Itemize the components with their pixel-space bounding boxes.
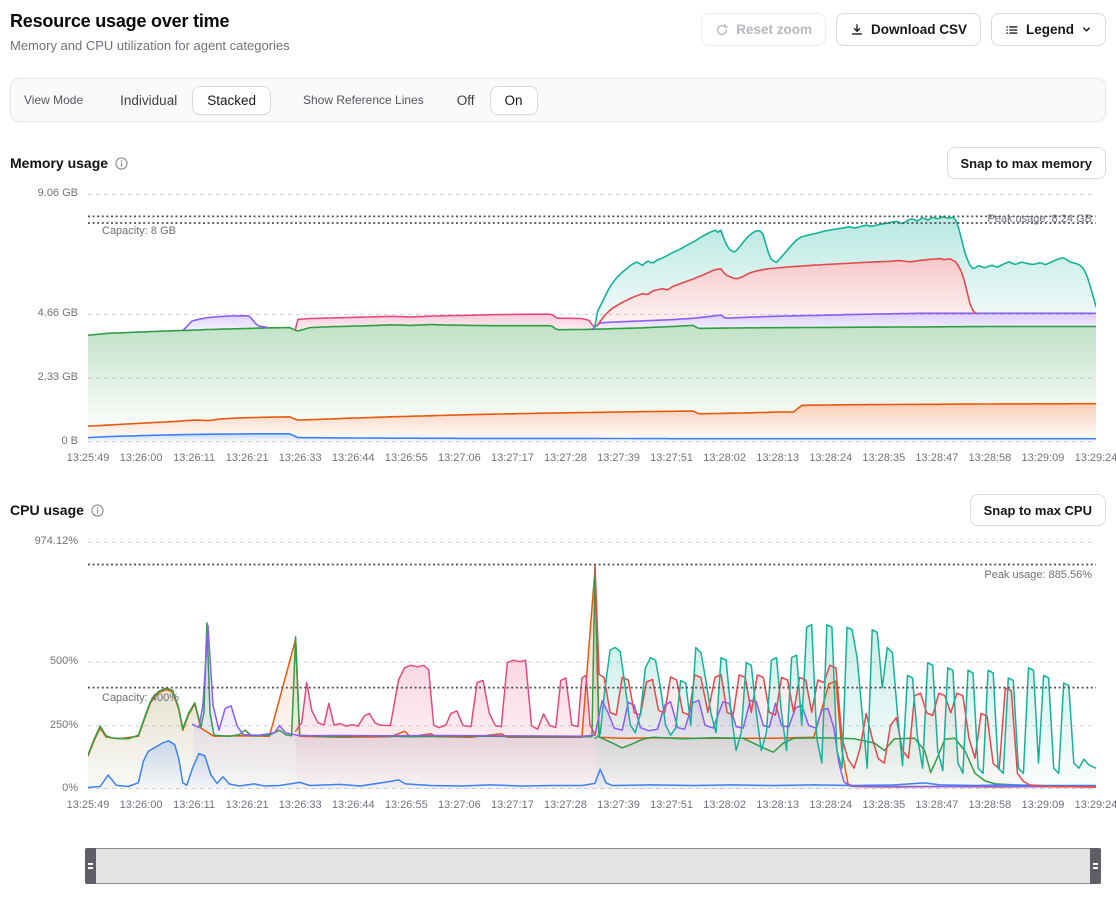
dashboard: Resource usage over time Memory and CPU …: [0, 0, 1116, 884]
x-tick-label: 13:28:13: [756, 452, 799, 464]
info-icon[interactable]: [115, 157, 128, 170]
y-tick-label: 4.66 GB: [10, 307, 78, 319]
x-tick-label: 13:28:35: [862, 452, 905, 464]
reference-lines-off[interactable]: Off: [442, 86, 490, 115]
legend-list-icon: [1005, 23, 1019, 37]
memory-section-header: Memory usage Snap to max memory: [10, 147, 1106, 179]
x-tick-label: 13:29:09: [1022, 452, 1065, 464]
memory-peak-label: Peak usage: 8.24 GB: [987, 213, 1092, 225]
x-tick-label: 13:29:09: [1022, 799, 1065, 811]
x-tick-label: 13:28:24: [809, 452, 852, 464]
x-tick-label: 13:27:51: [650, 452, 693, 464]
y-tick-label: 974.12%: [10, 535, 78, 547]
page-title: Resource usage over time: [10, 11, 290, 32]
y-tick-label: 250%: [10, 719, 78, 731]
x-tick-label: 13:25:49: [67, 799, 110, 811]
x-tick-label: 13:27:17: [491, 452, 534, 464]
x-tick-label: 13:28:58: [968, 799, 1011, 811]
x-tick-label: 13:28:24: [809, 799, 852, 811]
time-range-brush[interactable]: [85, 848, 1101, 884]
cpu-title-row: CPU usage: [10, 502, 104, 518]
brush-handle-right[interactable]: [1090, 848, 1101, 884]
x-tick-label: 13:27:51: [650, 799, 693, 811]
x-tick-label: 13:28:47: [915, 799, 958, 811]
show-reference-lines-label: Show Reference Lines: [303, 93, 424, 107]
memory-chart-area: Capacity: 8 GB Peak usage: 8.24 GB 9.06 …: [10, 194, 1106, 468]
memory-chart[interactable]: [88, 194, 1096, 442]
x-tick-label: 13:25:49: [67, 452, 110, 464]
download-csv-label: Download CSV: [871, 22, 967, 37]
x-tick-label: 13:26:44: [332, 799, 375, 811]
x-tick-label: 13:27:06: [438, 799, 481, 811]
snap-to-max-memory-button[interactable]: Snap to max memory: [947, 147, 1107, 179]
x-tick-label: 13:29:24: [1075, 799, 1116, 811]
x-tick-label: 13:26:55: [385, 799, 428, 811]
memory-title-row: Memory usage: [10, 155, 128, 171]
view-mode-label: View Mode: [24, 93, 83, 107]
x-tick-label: 13:27:39: [597, 799, 640, 811]
y-tick-label: 9.06 GB: [10, 187, 78, 199]
y-tick-label: 0 B: [10, 435, 78, 447]
view-mode-individual[interactable]: Individual: [105, 86, 192, 115]
x-tick-label: 13:26:55: [385, 452, 428, 464]
x-tick-label: 13:28:35: [862, 799, 905, 811]
x-tick-label: 13:26:00: [120, 452, 163, 464]
x-tick-label: 13:26:00: [120, 799, 163, 811]
reset-zoom-button[interactable]: Reset zoom: [701, 13, 826, 46]
controls-bar: View Mode Individual Stacked Show Refere…: [10, 78, 1106, 122]
memory-title: Memory usage: [10, 155, 108, 171]
reference-lines-on[interactable]: On: [490, 86, 538, 115]
x-tick-label: 13:27:28: [544, 799, 587, 811]
x-tick-label: 13:28:13: [756, 799, 799, 811]
x-tick-label: 13:27:06: [438, 452, 481, 464]
x-tick-label: 13:26:33: [279, 799, 322, 811]
toolbar-actions: Reset zoom Download CSV Legend: [701, 13, 1106, 46]
x-tick-label: 13:27:17: [491, 799, 534, 811]
legend-label: Legend: [1026, 22, 1074, 37]
cpu-peak-label: Peak usage: 885.56%: [984, 569, 1092, 581]
x-tick-label: 13:26:33: [279, 452, 322, 464]
x-tick-label: 13:29:24: [1075, 452, 1116, 464]
grip-icon: [1093, 863, 1098, 869]
page-subtitle: Memory and CPU utilization for agent cat…: [10, 38, 290, 53]
x-tick-label: 13:26:21: [226, 799, 269, 811]
snap-to-max-cpu-button[interactable]: Snap to max CPU: [970, 494, 1106, 526]
x-tick-label: 13:28:58: [968, 452, 1011, 464]
memory-capacity-label: Capacity: 8 GB: [102, 225, 176, 237]
grip-icon: [88, 863, 93, 869]
title-block: Resource usage over time Memory and CPU …: [10, 11, 290, 53]
x-tick-label: 13:28:02: [703, 799, 746, 811]
download-csv-button[interactable]: Download CSV: [836, 13, 981, 46]
chevron-down-icon: [1081, 24, 1092, 35]
cpu-chart-area: Capacity: 400% Peak usage: 885.56% 974.1…: [10, 542, 1106, 815]
x-tick-label: 13:26:11: [173, 452, 215, 464]
x-tick-label: 13:26:11: [173, 799, 215, 811]
download-icon: [850, 23, 864, 37]
cpu-title: CPU usage: [10, 502, 84, 518]
y-tick-label: 2.33 GB: [10, 371, 78, 383]
info-icon[interactable]: [91, 504, 104, 517]
cpu-section-header: CPU usage Snap to max CPU: [10, 494, 1106, 526]
legend-button[interactable]: Legend: [991, 13, 1106, 46]
topbar: Resource usage over time Memory and CPU …: [10, 0, 1106, 53]
brush-handle-left[interactable]: [85, 848, 96, 884]
x-tick-label: 13:28:02: [703, 452, 746, 464]
cpu-chart[interactable]: [88, 542, 1096, 789]
x-tick-label: 13:27:39: [597, 452, 640, 464]
x-tick-label: 13:26:21: [226, 452, 269, 464]
cpu-capacity-label: Capacity: 400%: [102, 692, 179, 704]
x-tick-label: 13:27:28: [544, 452, 587, 464]
view-mode-stacked[interactable]: Stacked: [192, 86, 271, 115]
x-tick-label: 13:26:44: [332, 452, 375, 464]
refresh-icon: [715, 23, 729, 37]
y-tick-label: 500%: [10, 655, 78, 667]
y-tick-label: 0%: [10, 782, 78, 794]
x-tick-label: 13:28:47: [915, 452, 958, 464]
reset-zoom-label: Reset zoom: [736, 22, 812, 37]
